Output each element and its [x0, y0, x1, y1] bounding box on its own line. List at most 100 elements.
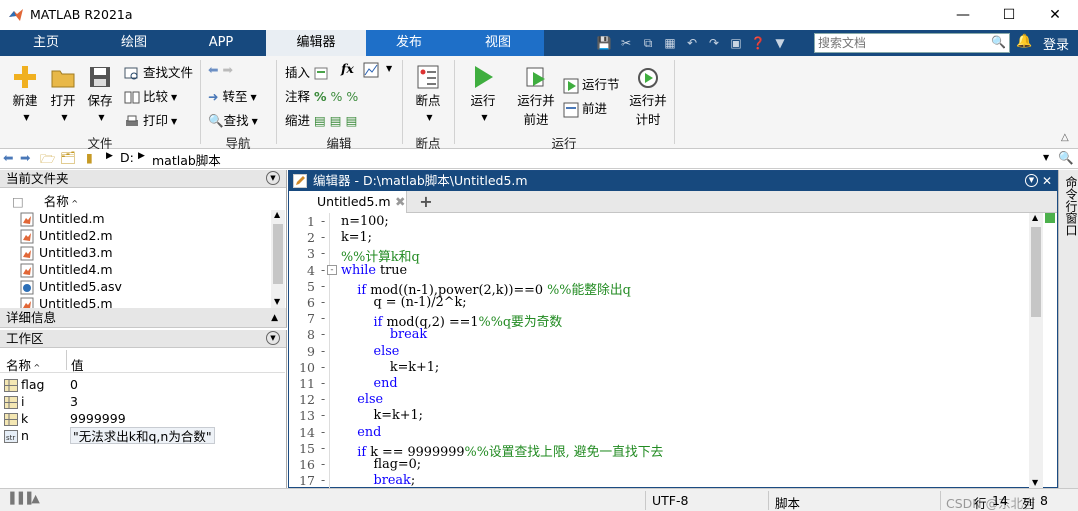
code-line[interactable]: n=100;: [341, 214, 389, 229]
list-item[interactable]: Untitled3.m: [20, 244, 113, 261]
line-marker[interactable]: -: [321, 473, 325, 487]
customize-chevron-icon[interactable]: ▼: [772, 34, 788, 52]
table-row[interactable]: k: [4, 410, 28, 427]
panel-menu-icon[interactable]: ▼: [266, 331, 280, 345]
command-window-collapsed[interactable]: 命令行窗口: [1058, 170, 1078, 488]
scroll-down-icon[interactable]: ▼: [274, 297, 280, 306]
increase-indent-icon[interactable]: ▤: [330, 113, 342, 128]
scroll-up-icon[interactable]: ▲: [1032, 213, 1038, 222]
line-marker[interactable]: -: [321, 425, 325, 439]
code-line[interactable]: k=k+1;: [341, 360, 439, 375]
up-folder-icon[interactable]: 🗁: [40, 150, 56, 171]
list-item[interactable]: Untitled2.m: [20, 227, 113, 244]
maximize-button[interactable]: ☐: [986, 0, 1032, 30]
path-search-icon[interactable]: 🔍: [1058, 150, 1074, 166]
new-button[interactable]: 新建 ▼: [8, 64, 42, 124]
line-marker[interactable]: -: [321, 327, 325, 341]
copy-icon[interactable]: ⧉: [640, 34, 656, 52]
tab-close-icon[interactable]: ✖: [395, 191, 405, 213]
decrease-indent-icon[interactable]: ▤: [346, 113, 358, 128]
path-folder[interactable]: matlab脚本: [152, 150, 221, 169]
table-row[interactable]: str n: [4, 427, 29, 444]
tab-editor[interactable]: 编辑器: [266, 30, 366, 56]
code-line[interactable]: k=1;: [341, 230, 372, 245]
table-row[interactable]: i: [4, 393, 24, 410]
scroll-down-icon[interactable]: ▼: [1032, 478, 1038, 487]
file-list-scrollbar[interactable]: ▲ ▼: [271, 210, 285, 308]
open-button[interactable]: 打开 ▼: [47, 64, 79, 124]
code-line[interactable]: end: [341, 425, 381, 440]
tab-apps[interactable]: APP: [176, 30, 266, 56]
tab-plots[interactable]: 绘图: [92, 30, 176, 56]
code-line[interactable]: while true: [341, 263, 407, 278]
line-marker[interactable]: -: [321, 311, 325, 325]
smart-indent-icon[interactable]: ▤: [314, 113, 326, 128]
insert-dropdown-icon[interactable]: ▼: [386, 64, 392, 73]
tab-home[interactable]: 主页: [0, 30, 92, 56]
line-marker[interactable]: -: [321, 376, 325, 390]
expand-chevron-icon[interactable]: ▲: [271, 308, 278, 328]
code-analyzer-indicator[interactable]: [1045, 213, 1055, 223]
line-marker[interactable]: -: [321, 246, 325, 260]
comment-button[interactable]: 注释 % % %: [285, 86, 358, 105]
print-button[interactable]: 打印 ▼: [124, 110, 177, 130]
line-marker[interactable]: -: [321, 214, 325, 228]
list-item[interactable]: Untitled4.m: [20, 261, 113, 278]
save-button[interactable]: 保存 ▼: [84, 64, 116, 124]
fold-toggle-icon[interactable]: -: [327, 264, 337, 275]
fx-button[interactable]: fx: [341, 61, 354, 76]
breakpoints-button[interactable]: 断点 ▼: [410, 64, 446, 124]
scroll-up-icon[interactable]: ▲: [274, 210, 280, 219]
back-arrow-icon[interactable]: ⬅: [208, 62, 218, 77]
line-marker[interactable]: -: [321, 279, 325, 293]
search-icon[interactable]: 🔍: [991, 35, 1006, 49]
run-button[interactable]: 运行 ▼: [464, 64, 502, 124]
help-icon[interactable]: ❓: [750, 34, 766, 52]
code-line[interactable]: else: [341, 344, 400, 359]
table-row[interactable]: flag: [4, 376, 44, 393]
editor-scrollbar[interactable]: ▲ ▼: [1029, 213, 1043, 489]
forward-icon[interactable]: ➡: [20, 150, 30, 165]
notification-bell-icon[interactable]: 🔔: [1016, 34, 1032, 49]
run-section-button[interactable]: 运行节: [563, 74, 620, 94]
editor-close-icon[interactable]: ✕: [1042, 171, 1052, 191]
back-forward-arrows[interactable]: ⬅ ➡: [208, 62, 233, 77]
collapse-ribbon-icon[interactable]: △: [1061, 132, 1069, 143]
wrap-comment-icon[interactable]: %: [346, 89, 358, 104]
login-link[interactable]: 登录: [1043, 34, 1069, 53]
close-button[interactable]: ✕: [1032, 0, 1078, 30]
goto-button[interactable]: ➜ 转至 ▼: [208, 86, 257, 105]
code-line[interactable]: k=k+1;: [341, 408, 423, 423]
paste-icon[interactable]: ▦: [662, 34, 678, 52]
code-line[interactable]: flag=0;: [341, 457, 422, 472]
details-header[interactable]: 详细信息 ▲: [0, 308, 287, 328]
code-line[interactable]: break;: [341, 473, 416, 488]
code-line[interactable]: break: [341, 327, 427, 342]
list-item[interactable]: Untitled5.asv: [20, 278, 122, 295]
code-line[interactable]: end: [341, 376, 398, 391]
minimize-button[interactable]: —: [940, 0, 986, 30]
list-item[interactable]: Untitled.m: [20, 210, 105, 227]
find-button[interactable]: 🔍查找 ▼: [208, 110, 258, 129]
line-marker[interactable]: -: [321, 230, 325, 244]
undo-icon[interactable]: ↶: [684, 34, 700, 52]
line-marker[interactable]: -: [321, 441, 325, 455]
status-resize-icon[interactable]: ▐▐▐▲: [6, 492, 40, 505]
tab-view[interactable]: 视图: [452, 30, 544, 56]
line-marker[interactable]: -: [321, 360, 325, 374]
run-and-time-button[interactable]: 运行并 计时: [626, 64, 670, 128]
line-marker[interactable]: -: [321, 408, 325, 422]
line-marker[interactable]: -: [321, 263, 325, 277]
browse-folder-icon[interactable]: 🗂: [60, 150, 76, 166]
editor-menu-icon[interactable]: ▼: [1025, 174, 1038, 187]
switch-windows-icon[interactable]: ▣: [728, 34, 744, 52]
path-dropdown-icon[interactable]: ▼: [1043, 153, 1049, 162]
search-input[interactable]: [815, 34, 991, 52]
scroll-thumb[interactable]: [1031, 227, 1041, 317]
advance-button[interactable]: 前进: [563, 98, 607, 118]
forward-arrow-icon[interactable]: ➡: [222, 62, 232, 77]
back-icon[interactable]: ⬅: [3, 150, 13, 165]
tab-publish[interactable]: 发布: [366, 30, 452, 56]
redo-icon[interactable]: ↷: [706, 34, 722, 52]
compare-button[interactable]: 比较 ▼: [124, 86, 177, 106]
